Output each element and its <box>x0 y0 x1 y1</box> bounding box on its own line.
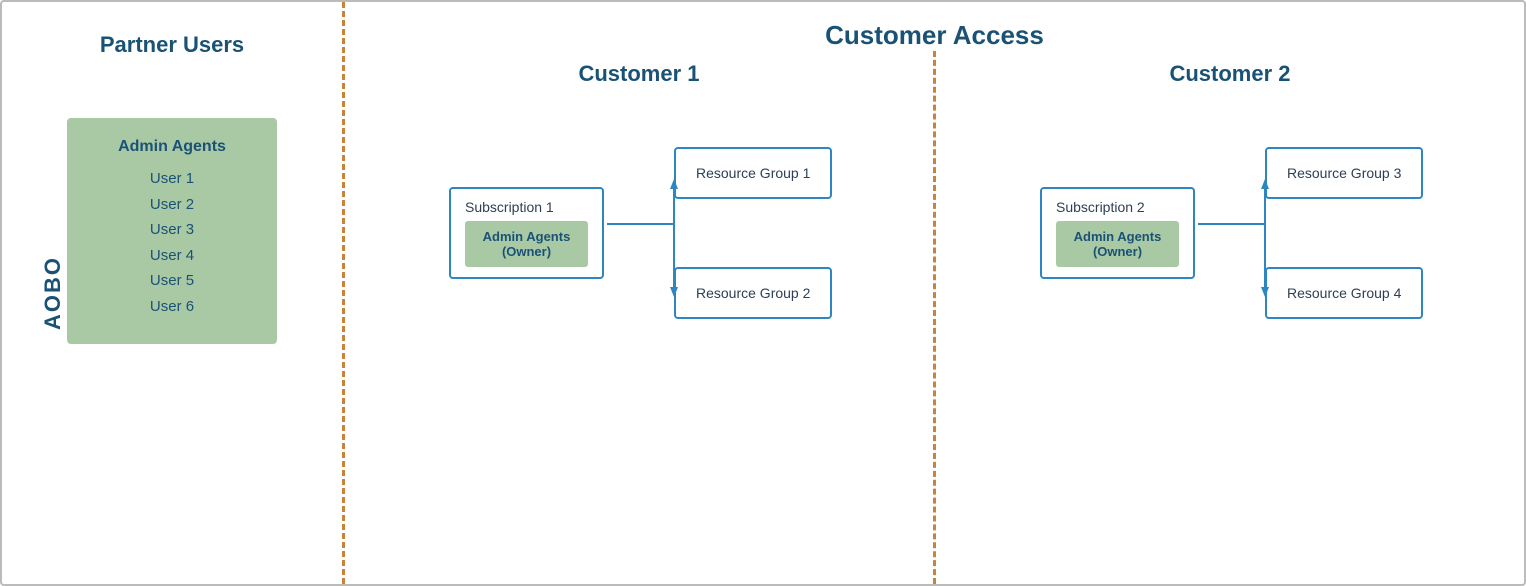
customer-1-section: Customer 1 Subscription 1 Admin Agents (… <box>345 51 933 584</box>
diagram-container: AOBO Partner Users Admin Agents User 1 U… <box>0 0 1526 586</box>
subscription-2-box: Subscription 2 Admin Agents (Owner) <box>1040 187 1195 279</box>
user-5: User 5 <box>97 268 247 294</box>
admin-agents-box: Admin Agents User 1 User 2 User 3 User 4… <box>67 118 277 344</box>
resource-group-2-label: Resource Group 2 <box>696 285 810 301</box>
customers-row: Customer 1 Subscription 1 Admin Agents (… <box>345 51 1524 584</box>
customer-access-title: Customer Access <box>345 2 1524 51</box>
subscription-2-owner: Admin Agents (Owner) <box>1056 221 1179 267</box>
partner-section: AOBO Partner Users Admin Agents User 1 U… <box>2 2 342 584</box>
resource-group-4-label: Resource Group 4 <box>1287 285 1401 301</box>
resource-group-1-box: Resource Group 1 <box>674 147 832 199</box>
user-4: User 4 <box>97 243 247 269</box>
partner-title: Partner Users <box>100 32 244 58</box>
customer-2-section: Customer 2 Subscription 2 Admin Agents (… <box>936 51 1524 584</box>
resource-group-1-label: Resource Group 1 <box>696 165 810 181</box>
admin-agents-title: Admin Agents <box>97 138 247 156</box>
user-3: User 3 <box>97 217 247 243</box>
resource-group-4-box: Resource Group 4 <box>1265 267 1423 319</box>
customer-access-section: Customer Access Customer 1 Subscription … <box>345 2 1524 584</box>
customer-1-title: Customer 1 <box>578 61 699 87</box>
subscription-1-box: Subscription 1 Admin Agents (Owner) <box>449 187 604 279</box>
customer-2-title: Customer 2 <box>1169 61 1290 87</box>
subscription-1-label: Subscription 1 <box>465 199 588 215</box>
subscription-1-owner: Admin Agents (Owner) <box>465 221 588 267</box>
user-2: User 2 <box>97 192 247 218</box>
resource-group-3-label: Resource Group 3 <box>1287 165 1401 181</box>
user-1: User 1 <box>97 166 247 192</box>
resource-group-3-box: Resource Group 3 <box>1265 147 1423 199</box>
user-6: User 6 <box>97 294 247 320</box>
subscription-2-label: Subscription 2 <box>1056 199 1179 215</box>
resource-group-2-box: Resource Group 2 <box>674 267 832 319</box>
aobo-label: AOBO <box>40 256 66 330</box>
